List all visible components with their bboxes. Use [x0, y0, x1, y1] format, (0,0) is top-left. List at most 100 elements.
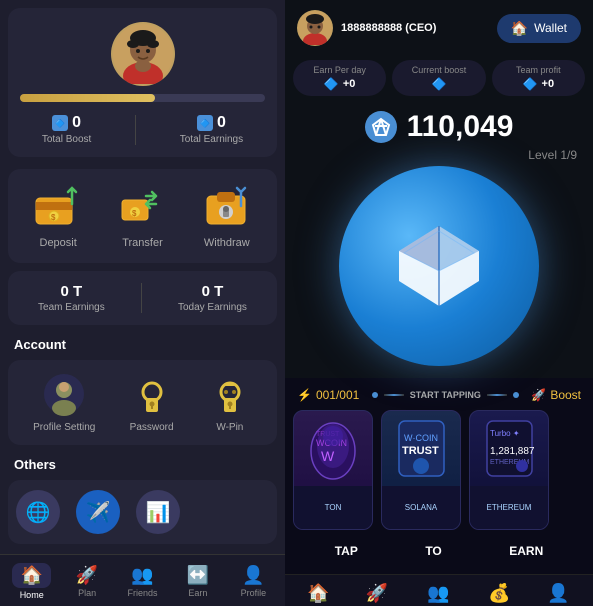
- earnings-section: 0 T Team Earnings 0 T Today Earnings: [8, 271, 277, 325]
- game-card-1-chain: TON: [325, 503, 342, 512]
- svg-text:$: $: [51, 213, 56, 222]
- today-earnings-label: Today Earnings: [178, 302, 247, 313]
- game-card-2[interactable]: W·COIN TRUST SOLANA: [381, 410, 461, 530]
- right-nav-earn-icon: 💰: [488, 583, 510, 604]
- actions-section: $ Deposit $ Transfer: [8, 169, 277, 263]
- game-card-3-chain: ETHEREUM: [487, 503, 532, 512]
- right-nav-profile[interactable]: 👤 Profile: [546, 583, 572, 606]
- w-pin-icon: [208, 372, 252, 416]
- game-card-3[interactable]: Turbo ✦ 1,281,887 ETHEREUM ETHEREUM: [469, 410, 549, 530]
- earn-per-day-pill: Earn Per day 🔷 +0: [293, 60, 386, 96]
- right-nav-home[interactable]: 🏠 Home: [307, 583, 331, 606]
- transfer-action[interactable]: $ Transfer: [116, 183, 168, 249]
- left-nav-friends-label: Friends: [128, 588, 158, 598]
- big-coin-container: [339, 166, 539, 366]
- left-nav-plan-label: Plan: [78, 588, 96, 598]
- energy-bolt-icon: ⚡: [297, 388, 312, 402]
- earn-per-day-label: Earn Per day: [313, 65, 366, 75]
- start-tapping-label: START TAPPING: [410, 390, 481, 400]
- left-nav-earn[interactable]: ↔️ Earn: [170, 565, 225, 598]
- action-btns-row: TAP TO EARN: [293, 536, 585, 566]
- to-button[interactable]: TO: [417, 540, 449, 562]
- left-nav-earn-label: Earn: [188, 588, 207, 598]
- game-card-2-bottom: SOLANA: [382, 486, 460, 529]
- svg-text:1,281,887: 1,281,887: [490, 446, 535, 457]
- tap-button[interactable]: TAP: [327, 540, 366, 562]
- user-info: 1888888888 (CEO): [297, 10, 436, 46]
- left-nav-friends[interactable]: 👥 Friends: [115, 565, 170, 598]
- others-icon-1[interactable]: 🌐: [16, 490, 60, 534]
- team-earnings: 0 T Team Earnings: [38, 283, 105, 313]
- right-bottom-nav: 🏠 Home 🚀 Plan 👥 Friends 💰 Earn 👤 Profile: [285, 574, 593, 606]
- current-boost-value: 🔷: [432, 77, 447, 91]
- password-icon: [130, 372, 174, 416]
- left-nav-profile[interactable]: 👤 Profile: [226, 565, 281, 598]
- game-card-1[interactable]: W WCOIN TRUST TON: [293, 410, 373, 530]
- account-section: Profile Setting Password: [8, 360, 277, 445]
- game-card-2-img: W·COIN TRUST: [382, 411, 460, 486]
- cards-row-header: ⚡ 001/001 START TAPPING 🚀 Boost: [293, 386, 585, 404]
- right-nav-friends[interactable]: 👥 Friends: [423, 583, 453, 606]
- deposit-label: Deposit: [40, 237, 77, 249]
- divider: [135, 115, 136, 145]
- others-header: Others: [0, 449, 285, 476]
- withdraw-label: Withdraw: [204, 237, 250, 249]
- profile-section: 🔷 0 Total Boost 🔷 0 Total Earnings: [8, 8, 277, 157]
- svg-text:$: $: [132, 209, 137, 218]
- svg-text:Turbo ✦: Turbo ✦: [490, 429, 520, 438]
- game-card-3-img: Turbo ✦ 1,281,887 ETHEREUM: [470, 411, 548, 486]
- boost-diamond-icon: 🔷: [432, 77, 447, 91]
- team-earnings-value: 0 T: [61, 283, 83, 300]
- account-header: Account: [0, 329, 285, 356]
- w-pin-label: W-Pin: [216, 422, 243, 433]
- left-nav-plan[interactable]: 🚀 Plan: [59, 565, 114, 598]
- avatar: [111, 22, 175, 86]
- left-nav-home[interactable]: 🏠 Home: [4, 563, 59, 600]
- stats-bar: Earn Per day 🔷 +0 Current boost 🔷 Team p…: [285, 54, 593, 102]
- password[interactable]: Password: [130, 372, 174, 433]
- right-header: 1888888888 (CEO) 🏠 Wallet: [285, 0, 593, 54]
- cards-scroll: W WCOIN TRUST TON W·COIN TRUST: [293, 410, 585, 530]
- left-nav-earn-icon: ↔️: [187, 565, 209, 586]
- earn-per-day-value: 🔷 +0: [324, 77, 356, 91]
- earnings-icon: 🔷: [197, 115, 213, 131]
- today-earnings-value: 0 T: [202, 283, 224, 300]
- total-earnings-label: Total Earnings: [180, 134, 243, 145]
- game-card-2-chain: SOLANA: [405, 503, 437, 512]
- boost-button[interactable]: 🚀 Boost: [531, 388, 581, 402]
- total-boost-value: 🔷 0: [52, 114, 81, 132]
- coin-area: 110,049 Level 1/9: [285, 102, 593, 378]
- boost-icon: 🔷: [52, 115, 68, 131]
- team-earnings-label: Team Earnings: [38, 302, 105, 313]
- w-pin[interactable]: W-Pin: [208, 372, 252, 433]
- xp-bar-container: [20, 94, 265, 102]
- current-boost-label: Current boost: [412, 65, 467, 75]
- energy-info: ⚡ 001/001: [297, 388, 359, 402]
- team-profit-value: 🔷 +0: [523, 77, 555, 91]
- profit-diamond-icon: 🔷: [523, 77, 538, 91]
- wallet-button-label: Wallet: [534, 21, 567, 35]
- withdraw-action[interactable]: Withdraw: [201, 183, 253, 249]
- others-section: 🌐 ✈️ 📊: [8, 480, 277, 544]
- profile-setting-icon: [42, 372, 86, 416]
- profile-setting[interactable]: Profile Setting: [33, 372, 95, 433]
- right-nav-plan[interactable]: 🚀 Plan: [366, 583, 388, 606]
- right-nav-earn[interactable]: 💰 Earn: [488, 583, 510, 606]
- coin-symbol: [365, 111, 397, 143]
- right-user-avatar: [297, 10, 333, 46]
- today-earnings: 0 T Today Earnings: [178, 283, 247, 313]
- left-bottom-nav: 🏠 Home 🚀 Plan 👥 Friends ↔️ Earn 👤 Profil…: [0, 554, 285, 606]
- game-card-1-bottom: TON: [294, 486, 372, 529]
- svg-text:TRUST: TRUST: [402, 445, 439, 457]
- others-icon-2[interactable]: ✈️: [76, 490, 120, 534]
- big-coin-button[interactable]: [339, 166, 539, 366]
- transfer-label: Transfer: [122, 237, 163, 249]
- deposit-action[interactable]: $ Deposit: [32, 183, 84, 249]
- wallet-button[interactable]: 🏠 Wallet: [497, 14, 581, 43]
- svg-text:W: W: [321, 448, 335, 464]
- others-icon-3[interactable]: 📊: [136, 490, 180, 534]
- earn-button[interactable]: EARN: [501, 540, 551, 562]
- left-nav-home-icon: 🏠: [20, 565, 42, 585]
- right-nav-home-icon: 🏠: [307, 583, 329, 604]
- right-nav-plan-icon: 🚀: [366, 583, 388, 604]
